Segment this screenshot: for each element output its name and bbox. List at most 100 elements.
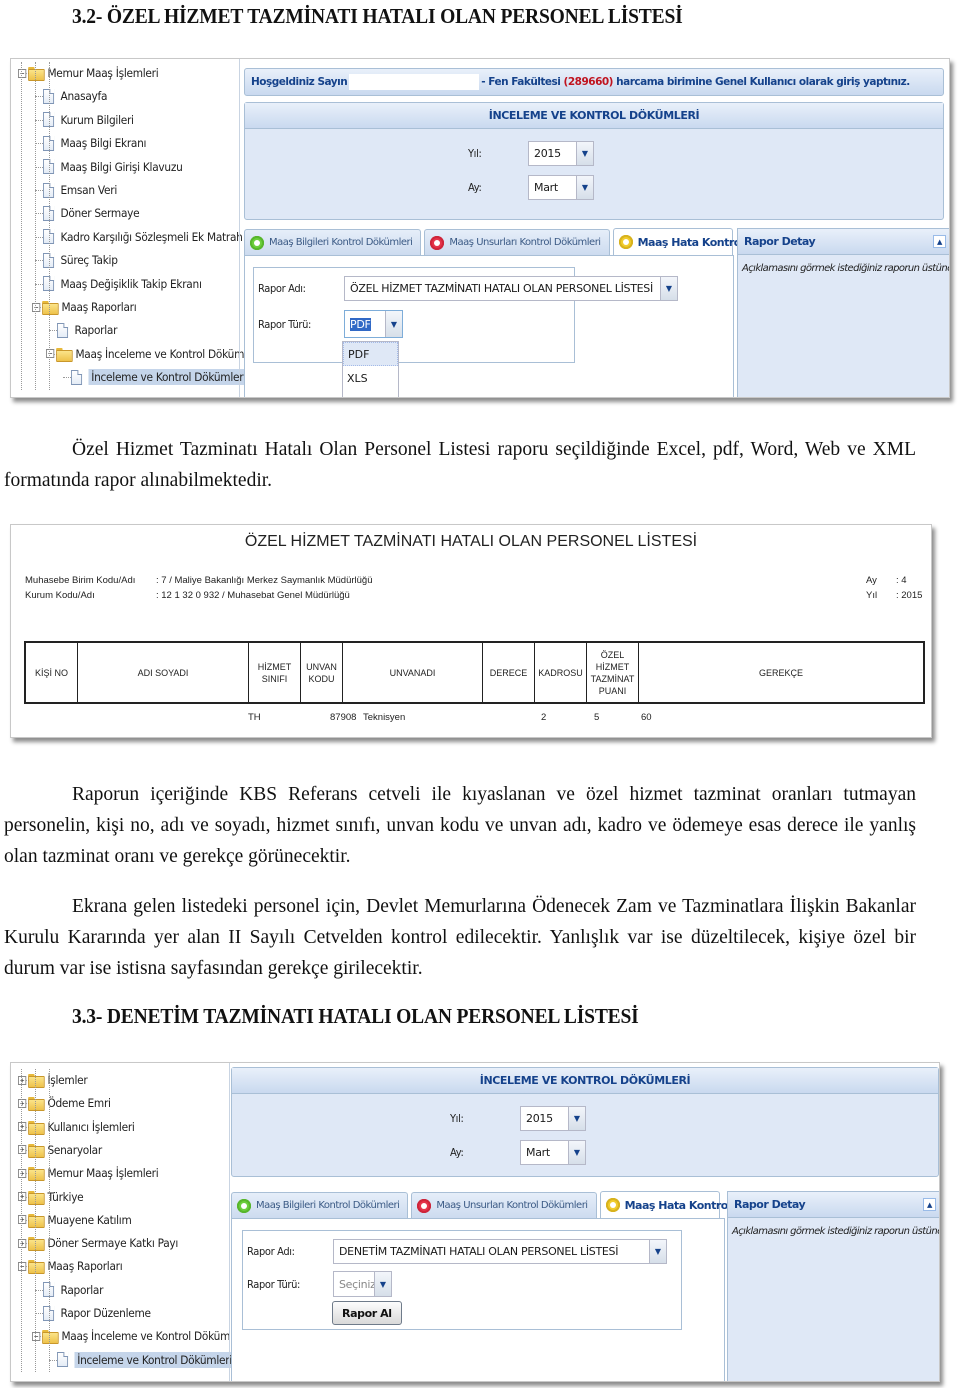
tree-item[interactable]: İnceleme ve Kontrol Dökümleri [57,1349,235,1371]
chevron-down-icon[interactable]: ▼ [374,1272,391,1296]
rapor-turu-select[interactable]: Seçiniz ▼ [333,1271,392,1297]
page-icon [57,322,69,338]
rapor-turu-select[interactable]: PDF ▼ [344,310,403,338]
tree-item[interactable]: − Maaş İnceleme ve Kontrol Dökümleri [32,1325,246,1347]
gear-green-icon [250,235,264,250]
collapse-icon[interactable]: − [18,1261,27,1271]
expand-icon[interactable]: + [18,1098,27,1108]
tree-item[interactable]: + Türkiye [18,1186,84,1208]
collapse-icon[interactable]: ▲ [923,1198,936,1211]
tree-item-label: Memur Maaş İşlemleri [47,1166,159,1181]
expand-icon[interactable]: + [18,1122,27,1132]
collapse-icon[interactable]: − [46,349,55,359]
tree-item-label: İşlemler [47,1073,88,1087]
tree-item[interactable]: − Maaş Raporları [18,1255,123,1277]
tree-item-label: Anasayfa [60,89,108,104]
option-xls[interactable]: XLS [343,366,398,390]
yil-select[interactable]: 2015 ▼ [520,1106,586,1131]
tree-item[interactable]: + Döner Sermaye Katkı Payı [18,1232,178,1254]
chevron-down-icon[interactable]: ▼ [649,1240,666,1263]
tree-item[interactable]: + Memur Maaş İşlemleri [18,1162,159,1184]
tree-item[interactable]: Emsan Veri [43,179,117,201]
tree-item[interactable]: Maaş Bilgi Ekranı [43,132,146,154]
tree-item-label: Kurum Bilgileri [60,112,134,127]
tree-item[interactable]: + İşlemler [18,1069,88,1091]
tab-maas-bilgileri[interactable]: Maaş Bilgileri Kontrol Dökümleri [244,229,422,255]
rapor-detay-title: Rapor Detay [744,235,816,248]
tree-item-label: Türkiye [47,1189,84,1204]
muhasebe-value: : 7 / Maliye Bakanlığı Merkez Saymanlık … [156,575,373,586]
rapor-turu-value[interactable]: PDF [345,317,385,331]
report-form: Rapor Adı: DENETİM TAZMİNATI HATALI OLAN… [242,1230,682,1330]
chevron-down-icon[interactable]: ▼ [568,1141,585,1164]
expand-icon[interactable]: + [18,1215,27,1225]
tree-item[interactable]: Rapor Düzenleme [43,1302,151,1324]
tree-item[interactable]: Raporlar [43,1279,103,1301]
tree-item[interactable]: Maaş Değişiklik Takip Ekranı [43,273,202,295]
collapse-icon[interactable]: − [32,1331,41,1341]
yil-select[interactable]: 2015 ▼ [528,141,594,166]
rapor-adi-select[interactable]: ÖZEL HİZMET TAZMİNATI HATALI OLAN PERSON… [344,276,678,301]
gear-yellow-icon [618,235,633,249]
tab-label: Maaş Bilgileri Kontrol Dökümleri [269,237,413,248]
yil-value: 2015 [526,1112,553,1125]
tab-maas-unsurlari[interactable]: Maaş Unsurları Kontrol Dökümleri [411,1192,597,1218]
collapse-icon[interactable]: ▲ [933,235,946,248]
welcome-unit: - Fen Fakültesi [481,76,561,88]
collapse-icon[interactable]: − [32,302,41,312]
tree-item[interactable]: Kurum Bilgileri [43,109,134,131]
tree-item[interactable]: Maaş Bilgi Girişi Klavuzu [43,156,183,178]
expand-icon[interactable]: + [18,1238,27,1248]
option-pdf[interactable]: PDF [343,342,398,366]
expand-icon[interactable]: + [18,1168,27,1178]
tree-item[interactable]: İnceleme ve Kontrol Dökümleri [71,366,249,388]
welcome-prefix: Hoşgeldiniz Sayın [251,76,348,88]
cell-puan: 60 [641,712,652,723]
rapor-adi-row: Rapor Adı: ÖZEL HİZMET TAZMİNATI HATALI … [258,276,678,301]
tree-item[interactable]: Raporlar [57,319,117,341]
tree-item-label: Maaş Raporları [61,300,137,314]
chevron-down-icon[interactable]: ▼ [576,142,593,165]
welcome-bar: Hoşgeldiniz Sayın - Fen Fakültesi (28966… [244,68,944,96]
chevron-down-icon[interactable]: ▼ [660,277,677,300]
tree-item[interactable]: Anasayfa [43,85,107,107]
chevron-down-icon[interactable]: ▼ [568,1107,585,1130]
rapor-adi-select[interactable]: DENETİM TAZMİNATI HATALI OLAN PERSONEL L… [333,1239,667,1264]
expand-icon[interactable]: + [18,1145,27,1155]
nav-tree: − Memur Maaş İşlemleri Anasayfa Kurum Bilgi… [11,59,260,397]
rapor-al-button[interactable]: Rapor Al [332,1301,402,1325]
tab-label: Maaş Bilgileri Kontrol Dökümleri [256,1200,400,1211]
tab-maas-bilgileri[interactable]: Maaş Bilgileri Kontrol Dökümleri [231,1192,409,1218]
tab-maas-unsurlari[interactable]: Maaş Unsurları Kontrol Dökümleri [424,229,610,255]
tree-item[interactable]: Süreç Takip [43,249,118,271]
rapor-adi-value: ÖZEL HİZMET TAZMİNATI HATALI OLAN PERSON… [350,282,653,295]
expand-icon[interactable]: + [18,1192,27,1201]
collapse-icon[interactable]: − [18,68,27,78]
tree-item[interactable]: − Maaş İnceleme ve Kontrol Dökümleri [46,343,260,365]
ay-select[interactable]: Mart ▼ [528,175,594,200]
rapor-adi-row: Rapor Adı: DENETİM TAZMİNATI HATALI OLAN… [247,1239,667,1264]
splitter[interactable] [239,59,240,397]
splitter[interactable] [229,1063,230,1381]
ay-value: : 4 [896,575,907,586]
expand-icon[interactable]: + [18,1075,27,1085]
tree-item[interactable]: − Maaş Raporları [32,296,137,318]
cell-derece: 2 [541,712,547,723]
ay-select[interactable]: Mart ▼ [520,1140,586,1165]
tab-content: Rapor Adı: DENETİM TAZMİNATI HATALI OLAN… [231,1218,725,1381]
tree-item[interactable]: − Memur Maaş İşlemleri [18,62,159,84]
tree-item[interactable]: + Senaryolar [18,1139,102,1161]
chevron-down-icon[interactable]: ▼ [385,311,402,337]
report-tabs: Maaş Bilgileri Kontrol Dökümleri Maaş Un… [244,228,807,255]
folder-icon [56,347,73,362]
rapor-adi-label: Rapor Adı: [258,282,306,295]
tree-item[interactable]: Kadro Karşılığı Sözleşmeli Ek Matrah [43,226,243,248]
tree-item-label: Süreç Takip [60,253,118,268]
tree-item-label: Maaş Bilgi Ekranı [60,136,147,151]
tab-maas-hata[interactable]: Maaş Hata Kontrol Dökümleri [612,228,807,255]
redacted-user-name [349,74,480,90]
tree-item[interactable]: Döner Sermaye [43,202,140,224]
tree-item[interactable]: + Ödeme Emri [18,1092,111,1114]
tab-maas-hata[interactable]: Maaş Hata Kontrol Dökümleri [599,1191,794,1218]
chevron-down-icon[interactable]: ▼ [576,176,593,199]
